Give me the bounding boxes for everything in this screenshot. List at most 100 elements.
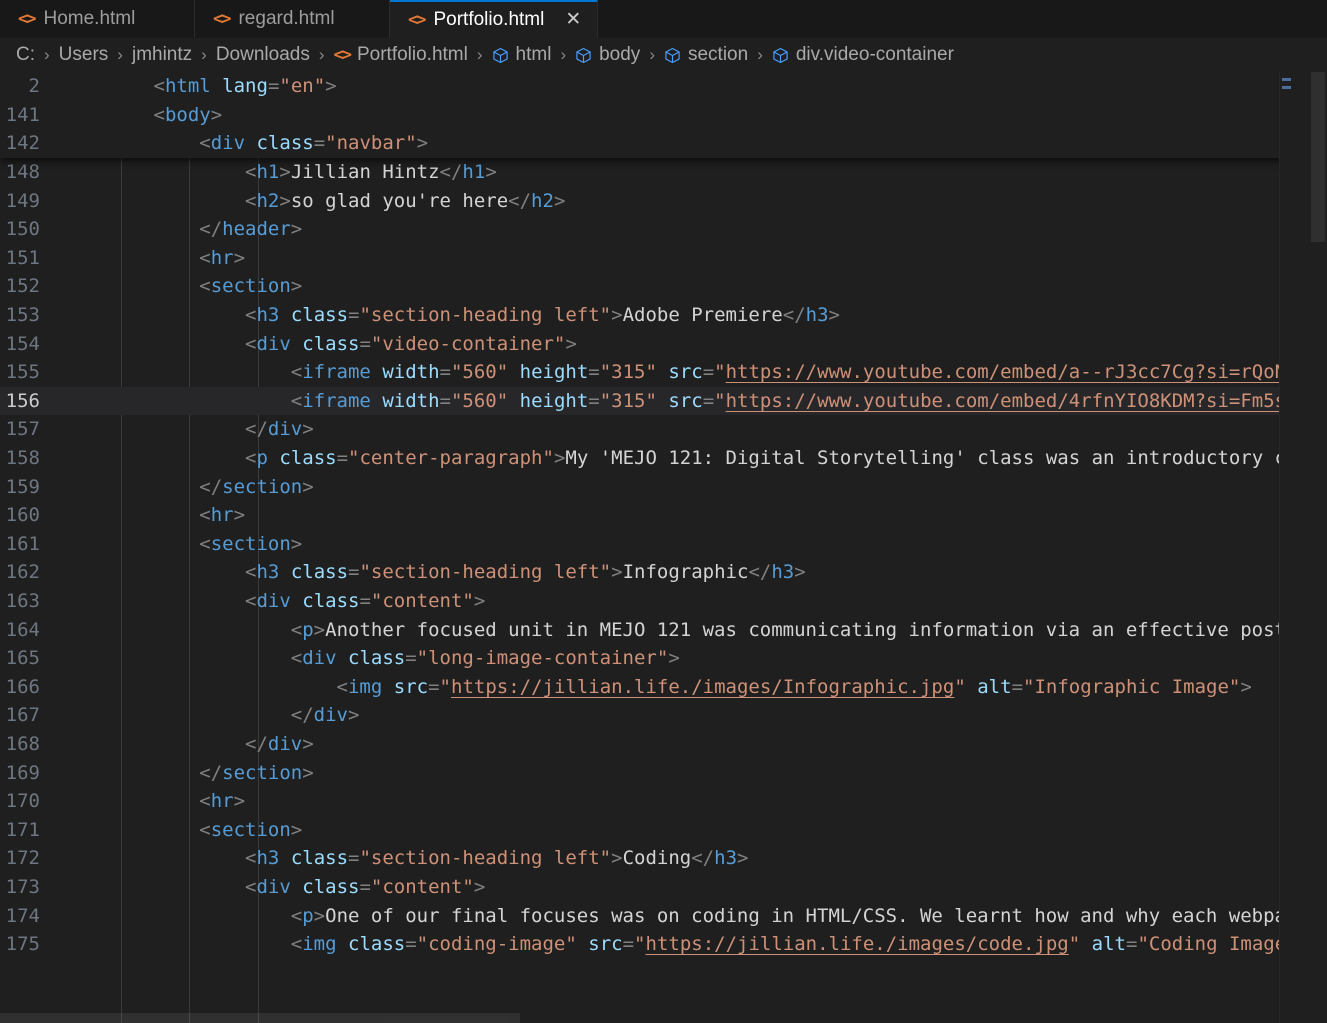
code-line-content[interactable]: <p class="center-paragraph">My 'MEJO 121… [62,447,1327,469]
code-line[interactable]: 2 <html lang="en"> [0,72,1327,101]
code-line[interactable]: 169 </section> [0,758,1327,787]
token-punct: > [279,189,291,212]
code-line-content[interactable]: </div> [62,418,1327,440]
code-line-content[interactable]: </header> [62,218,1327,240]
code-line[interactable]: 158 <p class="center-paragraph">My 'MEJO… [0,444,1327,473]
code-line[interactable]: 160 <hr> [0,501,1327,530]
horizontal-scrollbar[interactable] [0,1011,1280,1023]
code-line-content[interactable]: <hr> [62,247,1327,269]
token-tag: h3 [256,561,280,584]
token-attr: width [382,361,440,384]
code-line-content[interactable]: </section> [62,762,1327,784]
code-line[interactable]: 175 <img class="coding-image" src="https… [0,930,1327,959]
code-line[interactable]: 154 <div class="video-container"> [0,329,1327,358]
code-line-content[interactable]: </div> [62,704,1327,726]
code-editor[interactable]: 145 <a href="https://jillian.life/Portfo… [0,72,1327,1023]
code-line[interactable]: 141 <body> [0,100,1327,130]
token-tag: h3 [256,304,280,327]
code-line-content[interactable]: <hr> [62,504,1327,526]
code-line-content[interactable]: <img class="coding-image" src="https://j… [62,933,1327,955]
code-line[interactable]: 166 <img src="https://jillian.life./imag… [0,672,1327,701]
vertical-scrollbar-thumb[interactable] [1311,72,1325,242]
code-line-content[interactable]: <section> [62,533,1327,555]
code-line-content[interactable]: </section> [62,476,1327,498]
code-line[interactable]: 161 <section> [0,530,1327,559]
breadcrumb-item-section[interactable]: section [664,44,748,66]
code-line[interactable]: 164 <p>Another focused unit in MEJO 121 … [0,615,1327,644]
code-line-content[interactable]: <p>One of our final focuses was on codin… [62,905,1327,927]
code-line-content[interactable]: <p>Another focused unit in MEJO 121 was … [62,619,1327,641]
code-line[interactable]: 151 <hr> [0,244,1327,273]
line-number: 174 [5,904,40,927]
line-number: 175 [5,933,40,956]
sticky-scroll-header[interactable]: 2 <html lang="en"> 141 <body> 142 <div cla… [0,72,1327,158]
code-line-content[interactable]: <div class="navbar"> [62,132,1327,154]
code-line-content[interactable]: <div class="content"> [62,876,1327,898]
breadcrumb-separator-icon: › [476,45,483,64]
code-line-content[interactable]: <div class="content"> [62,590,1327,612]
code-line-content[interactable]: <section> [62,275,1327,297]
code-line-content[interactable]: <iframe width="560" height="315" src="ht… [62,361,1327,383]
code-line[interactable]: 157 </div> [0,415,1327,444]
code-line-content[interactable]: <html lang="en"> [62,75,1327,97]
code-line[interactable]: 170 <hr> [0,787,1327,816]
code-line-content[interactable]: </div> [62,733,1327,755]
code-line[interactable]: 150 </header> [0,215,1327,244]
code-line[interactable]: 167 </div> [0,701,1327,730]
line-number: 169 [5,761,40,784]
code-line-content[interactable]: <body> [62,104,1327,126]
tab-regard-html[interactable]: <> regard.html [195,0,390,38]
code-line-content[interactable]: <h1>Jillian Hintz</h1> [62,161,1327,183]
breadcrumb-item-jmhintz[interactable]: jmhintz [132,44,192,66]
code-line-content[interactable]: <h3 class="section-heading left">Infogra… [62,561,1327,583]
tab-portfolio-html[interactable]: <> Portfolio.html ✕ [390,0,599,38]
breadcrumb-item-body[interactable]: body [575,44,640,66]
code-line-content[interactable]: <h2>so glad you're here</h2> [62,190,1327,212]
token-link[interactable]: https://jillian.life./images/code.jpg [646,933,1069,955]
breadcrumb-item-div-video-container[interactable]: div.video-container [772,44,954,66]
code-line[interactable]: 162 <h3 class="section-heading left">Inf… [0,558,1327,587]
code-line-content[interactable]: <section> [62,819,1327,841]
code-line-content[interactable]: <img src="https://jillian.life./images/I… [62,676,1327,698]
breadcrumb-item-html[interactable]: html [492,44,551,66]
code-line[interactable]: 156 <iframe width="560" height="315" src… [0,386,1327,416]
code-line-content[interactable]: <iframe width="560" height="315" src="ht… [62,390,1327,412]
code-line[interactable]: 142 <div class="navbar"> [0,129,1327,158]
code-line-content[interactable]: <hr> [62,790,1327,812]
code-line[interactable]: 172 <h3 class="section-heading left">Cod… [0,844,1327,873]
token-text: Another focused unit in MEJO 121 was com… [325,618,1327,641]
token-link[interactable]: https://www.youtube.com/embed/a--rJ3cc7C… [726,361,1327,383]
minimap[interactable] [1279,72,1294,1023]
breadcrumb-item-users[interactable]: Users [59,44,109,66]
token-punct: = [359,875,371,898]
tab-home-html[interactable]: <> Home.html [0,0,195,38]
code-line-content[interactable]: <div class="video-container"> [62,333,1327,355]
vertical-scrollbar[interactable] [1309,72,1327,1023]
code-line[interactable]: 168 </div> [0,730,1327,759]
code-line[interactable]: 153 <h3 class="section-heading left">Ado… [0,301,1327,330]
breadcrumb-item-downloads[interactable]: Downloads [216,44,310,66]
code-line[interactable]: 149 <h2>so glad you're here</h2> [0,186,1327,215]
horizontal-scrollbar-thumb[interactable] [0,1013,520,1023]
code-line[interactable]: 174 <p>One of our final focuses was on c… [0,901,1327,930]
token-attr: height [519,361,589,384]
code-line[interactable]: 173 <div class="content"> [0,873,1327,902]
breadcrumb-item-drive[interactable]: C: [16,44,35,66]
code-line[interactable]: 159 </section> [0,472,1327,501]
breadcrumb-item-portfolio-html[interactable]: <> Portfolio.html [334,44,468,66]
token-link[interactable]: https://jillian.life./images/Infographic… [451,676,954,698]
code-lines[interactable]: 145 <a href="https://jillian.life/Portfo… [0,72,1327,958]
code-line[interactable]: 148 <h1>Jillian Hintz</h1> [0,158,1327,187]
token-tag: section [222,761,303,784]
code-line[interactable]: 163 <div class="content"> [0,587,1327,616]
code-line-content[interactable]: <h3 class="section-heading left">Adobe P… [62,304,1327,326]
close-icon[interactable]: ✕ [565,10,581,29]
token-punct: < [62,561,257,584]
code-line[interactable]: 155 <iframe width="560" height="315" src… [0,358,1327,387]
code-line-content[interactable]: <h3 class="section-heading left">Coding<… [62,847,1327,869]
token-link[interactable]: https://www.youtube.com/embed/4rfnYIO8KD… [726,390,1327,412]
code-line[interactable]: 165 <div class="long-image-container"> [0,644,1327,673]
code-line-content[interactable]: <div class="long-image-container"> [62,647,1327,669]
code-line[interactable]: 171 <section> [0,815,1327,844]
code-line[interactable]: 152 <section> [0,272,1327,301]
